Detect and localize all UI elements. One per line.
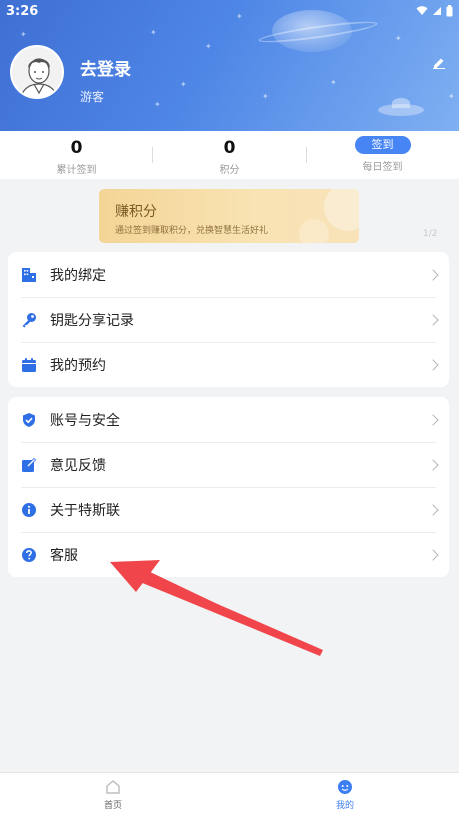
feedback-edit-icon <box>21 457 37 473</box>
chevron-right-icon <box>427 413 439 426</box>
menu-item-account-security[interactable]: 账号与安全 <box>8 397 449 442</box>
avatar[interactable] <box>10 45 64 99</box>
menu-item-label: 关于特斯联 <box>50 502 120 519</box>
chevron-right-icon <box>427 503 439 516</box>
question-icon <box>21 547 37 563</box>
star-decoration: ✦ <box>154 100 161 109</box>
shield-check-icon <box>21 412 37 428</box>
star-decoration: ✦ <box>20 30 27 39</box>
star-decoration: ✦ <box>448 92 455 101</box>
user-type-label: 游客 <box>80 90 105 104</box>
stat-label: 积分 <box>219 165 240 176</box>
login-link[interactable]: 去登录 <box>80 55 131 80</box>
menu-item-label: 账号与安全 <box>50 412 120 429</box>
status-bar: 3:26 <box>0 0 459 22</box>
menu-item-key-share-records[interactable]: 钥匙分享记录 <box>8 297 449 342</box>
menu-item-my-bindings[interactable]: 我的绑定 <box>8 252 449 297</box>
banner-subtitle: 通过签到赚取积分，兑换智慧生活好礼 <box>115 226 269 236</box>
building-icon <box>21 267 37 283</box>
banner-title: 赚积分 <box>115 204 157 220</box>
menu-item-label: 我的绑定 <box>50 267 106 284</box>
banner-decoration <box>324 189 359 231</box>
menu-item-label: 客服 <box>50 547 78 564</box>
signin-button[interactable]: 签到 <box>354 136 411 154</box>
menu-item-label: 钥匙分享记录 <box>50 312 134 329</box>
star-decoration: ✦ <box>395 34 402 43</box>
key-icon <box>21 312 37 328</box>
battery-icon <box>446 5 453 17</box>
chevron-right-icon <box>427 268 439 281</box>
menu-item-about[interactable]: 关于特斯联 <box>8 487 449 532</box>
profile-header: ✦ ✦ ✦ ✦ ✦ ✦ ✦ ✦ ✦ ✦ 3:26 去登录 游客 <box>0 0 459 131</box>
menu-item-customer-service[interactable]: 客服 <box>8 532 449 577</box>
banner-page-indicator: 1/2 <box>423 229 438 239</box>
stat-daily-signin: 签到 每日签到 <box>306 131 459 179</box>
menu-card-secondary: 账号与安全 意见反馈 关于特斯联 客服 <box>8 397 449 577</box>
chevron-right-icon <box>427 358 439 371</box>
stat-value: 0 <box>70 138 83 158</box>
star-decoration: ✦ <box>262 92 269 101</box>
status-icons <box>416 5 453 17</box>
signal-icon <box>433 7 441 15</box>
stats-row: 0 累计签到 0 积分 签到 每日签到 <box>0 131 459 179</box>
edit-pencil-icon[interactable] <box>433 57 445 69</box>
bottom-tab-bar: 首页 我的 <box>0 772 459 816</box>
stat-value: 0 <box>223 138 236 158</box>
banner-decoration <box>299 219 329 243</box>
tab-mine[interactable]: 我的 <box>305 773 385 816</box>
profile-face-icon <box>338 780 352 794</box>
tab-label: 我的 <box>335 801 354 811</box>
info-icon <box>21 502 37 518</box>
menu-item-feedback[interactable]: 意见反馈 <box>8 442 449 487</box>
wifi-icon <box>416 6 428 15</box>
stat-label: 每日签到 <box>362 162 403 173</box>
star-decoration: ✦ <box>180 80 187 89</box>
chevron-right-icon <box>427 458 439 471</box>
tab-home[interactable]: 首页 <box>73 773 153 816</box>
home-icon <box>106 780 120 794</box>
tab-label: 首页 <box>103 801 122 811</box>
stat-label: 累计签到 <box>56 165 97 176</box>
menu-item-label: 意见反馈 <box>50 457 106 474</box>
star-decoration: ✦ <box>330 78 337 87</box>
status-time: 3:26 <box>6 3 39 19</box>
earn-points-banner[interactable]: 赚积分 通过签到赚取积分，兑换智慧生活好礼 <box>99 189 359 243</box>
stat-divider <box>306 147 307 163</box>
chevron-right-icon <box>427 548 439 561</box>
stat-points[interactable]: 0 积分 <box>153 131 306 179</box>
star-decoration: ✦ <box>205 42 212 51</box>
menu-item-label: 我的预约 <box>50 357 106 374</box>
star-decoration: ✦ <box>150 28 157 37</box>
calendar-icon <box>21 357 37 373</box>
stat-divider <box>152 147 153 163</box>
chevron-right-icon <box>427 313 439 326</box>
menu-card-primary: 我的绑定 钥匙分享记录 我的预约 <box>8 252 449 387</box>
avatar-face-icon <box>12 47 62 97</box>
stat-total-signin[interactable]: 0 累计签到 <box>0 131 153 179</box>
ufo-decoration <box>378 98 424 116</box>
menu-item-my-reservations[interactable]: 我的预约 <box>8 342 449 387</box>
